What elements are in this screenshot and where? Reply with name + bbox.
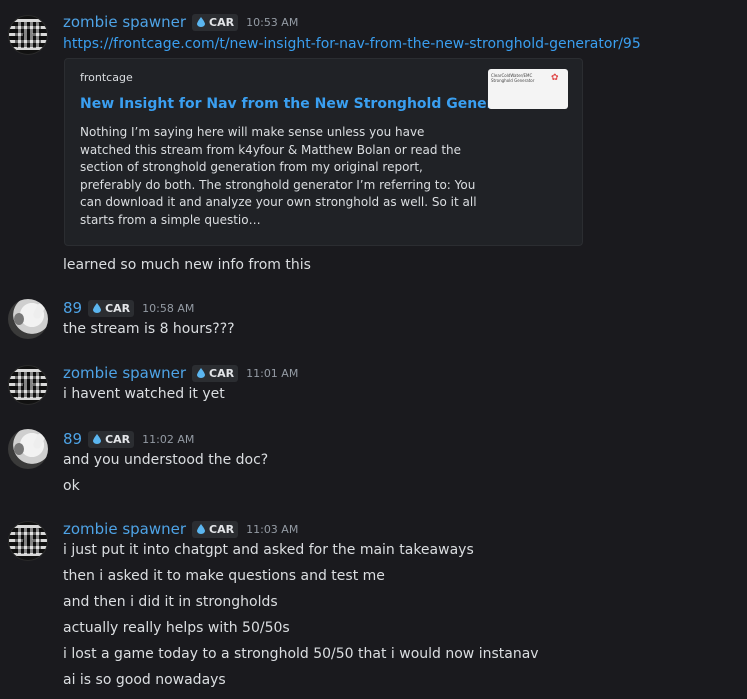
server-tag-label: CAR	[209, 15, 235, 29]
avatar[interactable]	[8, 429, 48, 469]
server-tag[interactable]: CAR	[192, 520, 239, 538]
timestamp: 11:01 AM	[246, 366, 299, 380]
server-tag-label: CAR	[105, 432, 131, 446]
message-text: then i asked it to make questions and te…	[63, 568, 385, 584]
embed-description: Nothing I’m saying here will make sense …	[80, 125, 477, 227]
username[interactable]: 89	[63, 430, 82, 448]
server-tag-label: CAR	[105, 301, 131, 315]
timestamp: 10:58 AM	[142, 301, 195, 315]
message-text: ai is so good nowadays	[63, 672, 226, 688]
username[interactable]: 89	[63, 299, 82, 317]
server-tag[interactable]: CAR	[192, 364, 239, 382]
message-header: zombie spawner CAR 11:03 AM	[63, 520, 298, 538]
message-text: actually really helps with 50/50s	[63, 620, 290, 636]
thumbnail-text: ClearColdWater/EMC Stronghold Generator	[491, 73, 535, 83]
water-drop-icon	[93, 303, 102, 313]
water-drop-icon	[93, 434, 102, 444]
timestamp: 11:03 AM	[246, 522, 299, 536]
server-tag-label: CAR	[209, 522, 235, 536]
embed-title[interactable]: New Insight for Nav from the New Strongh…	[80, 96, 526, 112]
timestamp: 11:02 AM	[142, 432, 195, 446]
avatar[interactable]	[8, 521, 48, 561]
avatar[interactable]	[8, 365, 48, 405]
server-tag-label: CAR	[209, 366, 235, 380]
link-embed: frontcage New Insight for Nav from the N…	[64, 58, 583, 246]
username[interactable]: zombie spawner	[63, 13, 186, 31]
message-text: and then i did it in strongholds	[63, 594, 278, 610]
server-tag[interactable]: CAR	[192, 13, 239, 31]
message-header: 89 CAR 10:58 AM	[63, 299, 194, 317]
message-text: learned so much new info from this	[63, 257, 311, 273]
username[interactable]: zombie spawner	[63, 520, 186, 538]
embed-thumbnail[interactable]: ClearColdWater/EMC Stronghold Generator …	[488, 69, 568, 109]
thumbnail-logo-icon: ✿	[551, 73, 559, 83]
avatar[interactable]	[8, 15, 48, 55]
embed-provider[interactable]: frontcage	[80, 71, 133, 84]
avatar[interactable]	[8, 299, 48, 339]
message-link[interactable]: https://frontcage.com/t/new-insight-for-…	[63, 36, 641, 52]
timestamp: 10:53 AM	[246, 15, 299, 29]
message-header: zombie spawner CAR 10:53 AM	[63, 13, 298, 31]
message-header: zombie spawner CAR 11:01 AM	[63, 364, 298, 382]
message-text: and you understood the doc?	[63, 452, 269, 468]
message-header: 89 CAR 11:02 AM	[63, 430, 194, 448]
server-tag[interactable]: CAR	[88, 430, 135, 448]
server-tag[interactable]: CAR	[88, 299, 135, 317]
water-drop-icon	[197, 17, 206, 27]
water-drop-icon	[197, 524, 206, 534]
message-text: ok	[63, 478, 80, 494]
username[interactable]: zombie spawner	[63, 364, 186, 382]
water-drop-icon	[197, 368, 206, 378]
message-text: i lost a game today to a stronghold 50/5…	[63, 646, 539, 662]
message-text: i havent watched it yet	[63, 386, 225, 402]
message-text: i just put it into chatgpt and asked for…	[63, 542, 474, 558]
message-text: the stream is 8 hours???	[63, 321, 235, 337]
